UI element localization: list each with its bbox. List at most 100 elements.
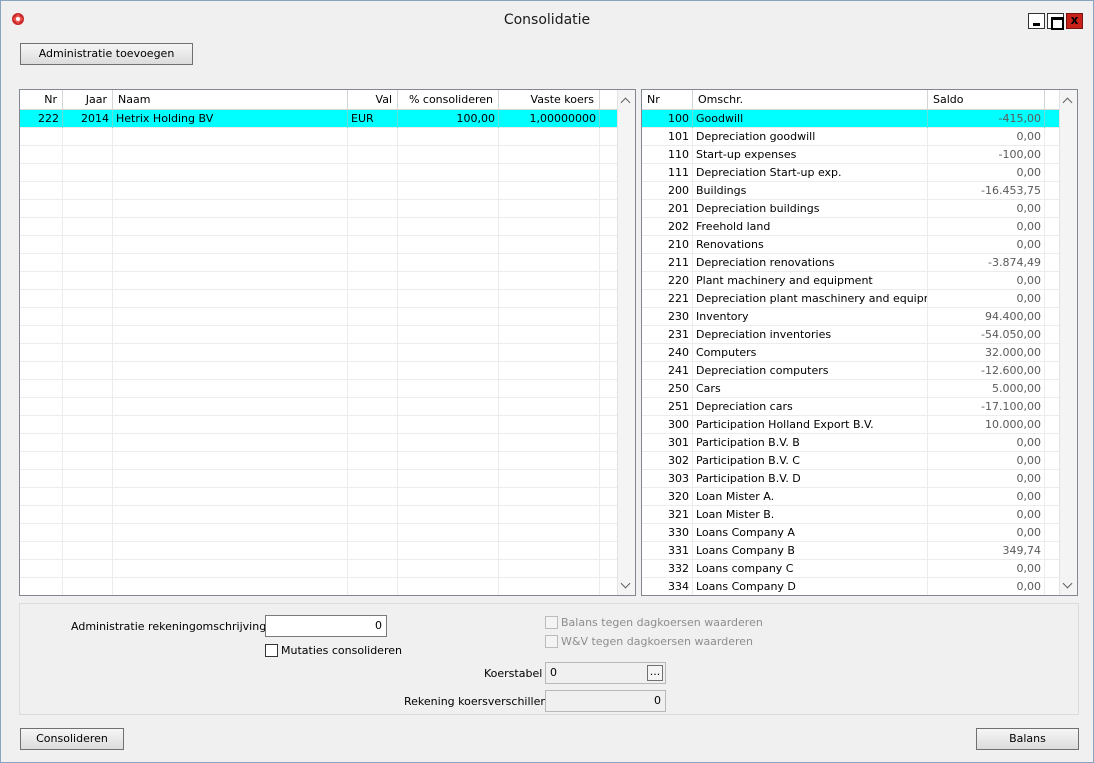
empty-row[interactable] xyxy=(20,470,617,488)
admin-account-desc-label: Administratie rekeningomschrijving xyxy=(71,620,267,633)
empty-row[interactable] xyxy=(20,578,617,595)
cell-nr xyxy=(20,542,63,560)
mutaties-checkbox[interactable] xyxy=(265,644,278,657)
cell-pct xyxy=(398,200,499,218)
empty-row[interactable] xyxy=(20,326,617,344)
empty-row[interactable] xyxy=(20,524,617,542)
add-administration-button[interactable]: Administratie toevoegen xyxy=(20,43,193,65)
empty-row[interactable] xyxy=(20,200,617,218)
cell-koers xyxy=(499,164,600,182)
empty-row[interactable] xyxy=(20,452,617,470)
cell-koers xyxy=(499,434,600,452)
empty-row[interactable] xyxy=(20,290,617,308)
left-vertical-scrollbar[interactable] xyxy=(617,90,635,595)
table-row[interactable]: 251 Depreciation cars -17.100,00 xyxy=(642,398,1059,416)
balans-button[interactable]: Balans xyxy=(976,728,1079,750)
table-row[interactable]: 331 Loans Company B 349,74 xyxy=(642,542,1059,560)
wv-dagkoers-label: W&V tegen dagkoersen waarderen xyxy=(561,635,754,648)
empty-row[interactable] xyxy=(20,506,617,524)
table-row[interactable]: 321 Loan Mister B. 0,00 xyxy=(642,506,1059,524)
accounts-grid[interactable]: Nr Omschr. Saldo 100 Goodwill -415,00 101 De… xyxy=(641,89,1078,596)
wv-dagkoers-checkbox[interactable] xyxy=(545,635,558,648)
cell-naam xyxy=(113,290,348,308)
col-header-nr[interactable]: Nr xyxy=(642,90,693,110)
table-row[interactable]: 211 Depreciation renovations -3.874,49 xyxy=(642,254,1059,272)
consolideren-button[interactable]: Consolideren xyxy=(20,728,124,750)
scroll-down-icon[interactable] xyxy=(1060,577,1077,594)
table-row[interactable]: 301 Participation B.V. B 0,00 xyxy=(642,434,1059,452)
col-header-saldo[interactable]: Saldo xyxy=(928,90,1045,110)
scroll-down-icon[interactable] xyxy=(618,577,635,594)
koerstabel-field[interactable]: 0 ... xyxy=(545,662,666,684)
col-header-val[interactable]: Val xyxy=(348,90,398,110)
empty-row[interactable] xyxy=(20,272,617,290)
table-row[interactable]: 302 Participation B.V. C 0,00 xyxy=(642,452,1059,470)
empty-row[interactable] xyxy=(20,362,617,380)
table-row[interactable]: 202 Freehold land 0,00 xyxy=(642,218,1059,236)
cell-koers xyxy=(499,452,600,470)
empty-row[interactable] xyxy=(20,416,617,434)
cell-naam xyxy=(113,416,348,434)
empty-row[interactable] xyxy=(20,254,617,272)
table-row[interactable]: 110 Start-up expenses -100,00 xyxy=(642,146,1059,164)
scroll-up-icon[interactable] xyxy=(1060,92,1077,109)
empty-row[interactable] xyxy=(20,488,617,506)
balans-dagkoers-checkbox[interactable] xyxy=(545,616,558,629)
cell-nr: 211 xyxy=(642,254,693,272)
empty-row[interactable] xyxy=(20,308,617,326)
empty-row[interactable] xyxy=(20,146,617,164)
empty-row[interactable] xyxy=(20,398,617,416)
right-vertical-scrollbar[interactable] xyxy=(1059,90,1077,595)
col-header-pct[interactable]: % consolideren xyxy=(398,90,499,110)
cell-nr: 321 xyxy=(642,506,693,524)
table-row[interactable]: 240 Computers 32.000,00 xyxy=(642,344,1059,362)
table-row[interactable]: 300 Participation Holland Export B.V. 10.0… xyxy=(642,416,1059,434)
empty-row[interactable] xyxy=(20,434,617,452)
close-button[interactable]: x xyxy=(1066,13,1083,29)
cell-omschr: Loan Mister B. xyxy=(693,506,928,524)
table-row[interactable]: 111 Depreciation Start-up exp. 0,00 xyxy=(642,164,1059,182)
maximize-button[interactable] xyxy=(1047,13,1064,30)
table-row[interactable]: 210 Renovations 0,00 xyxy=(642,236,1059,254)
table-row[interactable]: 220 Plant machinery and equipment 0,00 xyxy=(642,272,1059,290)
table-row[interactable]: 332 Loans company C 0,00 xyxy=(642,560,1059,578)
administrations-grid[interactable]: Nr Jaar Naam Val % consolideren Vaste ko… xyxy=(19,89,636,596)
table-row[interactable]: 222 2014 Hetrix Holding BV EUR 100,00 1,00000… xyxy=(20,110,617,128)
table-row[interactable]: 231 Depreciation inventories -54.050,00 xyxy=(642,326,1059,344)
table-row[interactable]: 334 Loans Company D 0,00 xyxy=(642,578,1059,595)
table-row[interactable]: 101 Depreciation goodwill 0,00 xyxy=(642,128,1059,146)
koerstabel-browse-button[interactable]: ... xyxy=(647,665,663,681)
col-header-omschr[interactable]: Omschr. xyxy=(693,90,928,110)
admin-account-desc-input[interactable]: 0 xyxy=(265,615,387,637)
col-header-naam[interactable]: Naam xyxy=(113,90,348,110)
rekening-input[interactable]: 0 xyxy=(545,690,666,712)
table-row[interactable]: 250 Cars 5.000,00 xyxy=(642,380,1059,398)
minimize-button[interactable] xyxy=(1028,13,1045,29)
table-row[interactable]: 221 Depreciation plant maschinery and equ… xyxy=(642,290,1059,308)
col-header-jaar[interactable]: Jaar xyxy=(63,90,113,110)
col-header-nr[interactable]: Nr xyxy=(20,90,63,110)
cell-saldo: 0,00 xyxy=(928,218,1045,236)
scroll-up-icon[interactable] xyxy=(618,92,635,109)
empty-row[interactable] xyxy=(20,560,617,578)
table-row[interactable]: 241 Depreciation computers -12.600,00 xyxy=(642,362,1059,380)
empty-row[interactable] xyxy=(20,236,617,254)
table-row[interactable]: 330 Loans Company A 0,00 xyxy=(642,524,1059,542)
cell-naam xyxy=(113,272,348,290)
empty-row[interactable] xyxy=(20,542,617,560)
table-row[interactable]: 303 Participation B.V. D 0,00 xyxy=(642,470,1059,488)
col-header-koers[interactable]: Vaste koers xyxy=(499,90,600,110)
table-row[interactable]: 320 Loan Mister A. 0,00 xyxy=(642,488,1059,506)
empty-row[interactable] xyxy=(20,218,617,236)
table-row[interactable]: 200 Buildings -16.453,75 xyxy=(642,182,1059,200)
empty-row[interactable] xyxy=(20,164,617,182)
mutaties-label[interactable]: Mutaties consolideren xyxy=(281,644,402,657)
table-row[interactable]: 100 Goodwill -415,00 xyxy=(642,110,1059,128)
empty-row[interactable] xyxy=(20,128,617,146)
table-row[interactable]: 230 Inventory 94.400,00 xyxy=(642,308,1059,326)
table-row[interactable]: 201 Depreciation buildings 0,00 xyxy=(642,200,1059,218)
title-bar[interactable]: Consolidatie x xyxy=(1,1,1093,35)
empty-row[interactable] xyxy=(20,380,617,398)
empty-row[interactable] xyxy=(20,182,617,200)
empty-row[interactable] xyxy=(20,344,617,362)
